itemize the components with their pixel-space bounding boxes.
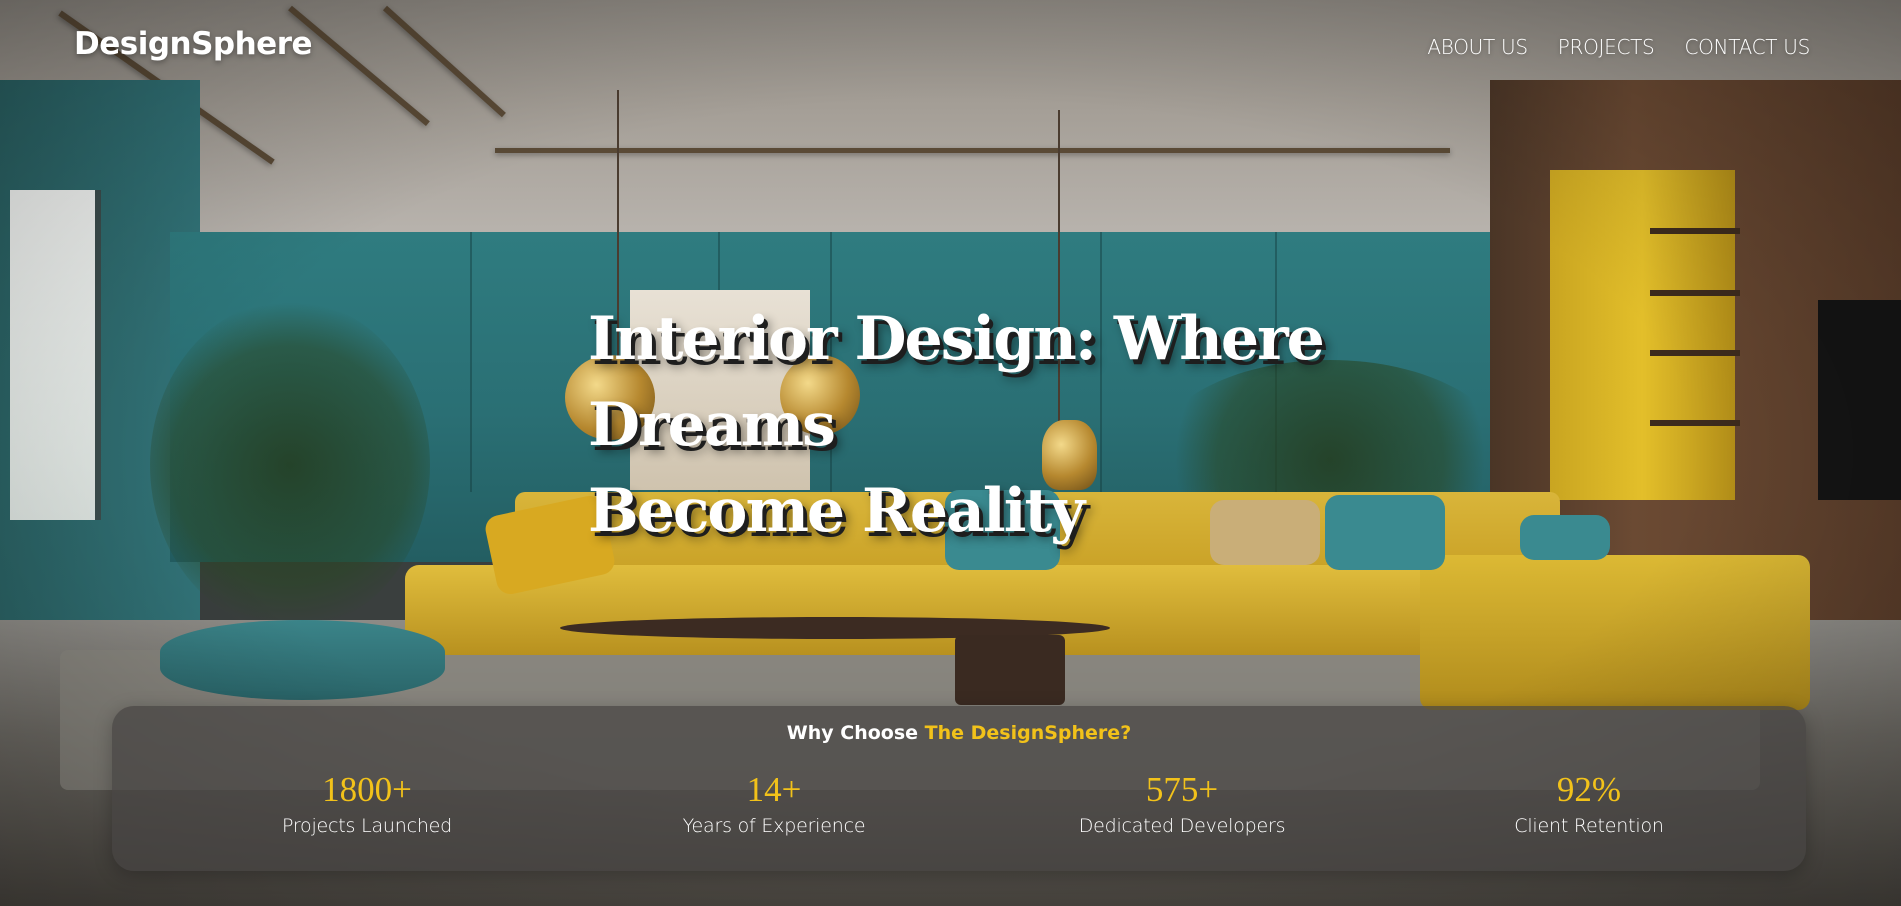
stat-value: 14+ <box>746 770 802 809</box>
stats-heading-prefix: Why Choose <box>786 722 925 744</box>
hero-headline-line-2: Become Reality <box>588 476 1085 546</box>
stats-heading-highlight: The DesignSphere? <box>924 722 1132 744</box>
stat-value: 575+ <box>1145 770 1219 809</box>
stat-projects-launched: 1800+ Projects Launched <box>217 770 517 837</box>
nav-link-projects[interactable]: PROJECTS <box>1558 35 1655 59</box>
stat-dedicated-developers: 575+ Dedicated Developers <box>1032 770 1332 837</box>
stats-heading: Why Choose The DesignSphere? <box>112 722 1806 744</box>
brand-logo[interactable]: DesignSphere <box>74 26 313 62</box>
nav-link-contact-us[interactable]: CONTACT US <box>1684 35 1810 59</box>
stat-label: Dedicated Developers <box>1078 815 1286 837</box>
nav-link-about-us[interactable]: ABOUT US <box>1427 35 1528 59</box>
hero-headline: Interior Design: Where Dreams Become Rea… <box>588 296 1488 554</box>
hero-headline-line-1: Interior Design: Where Dreams <box>588 304 1325 460</box>
stat-value: 92% <box>1556 770 1622 809</box>
stat-value: 1800+ <box>322 770 412 809</box>
stat-label: Years of Experience <box>682 815 866 837</box>
stat-label: Projects Launched <box>281 815 453 837</box>
nav-menu: ABOUT US PROJECTS CONTACT US <box>1427 35 1810 59</box>
stat-label: Client Retention <box>1514 815 1664 837</box>
stat-client-retention: 92% Client Retention <box>1439 770 1739 837</box>
stats-panel: Why Choose The DesignSphere? 1800+ Proje… <box>112 706 1806 871</box>
stat-years-of-experience: 14+ Years of Experience <box>624 770 924 837</box>
top-navbar: DesignSphere ABOUT US PROJECTS CONTACT U… <box>0 0 1901 96</box>
